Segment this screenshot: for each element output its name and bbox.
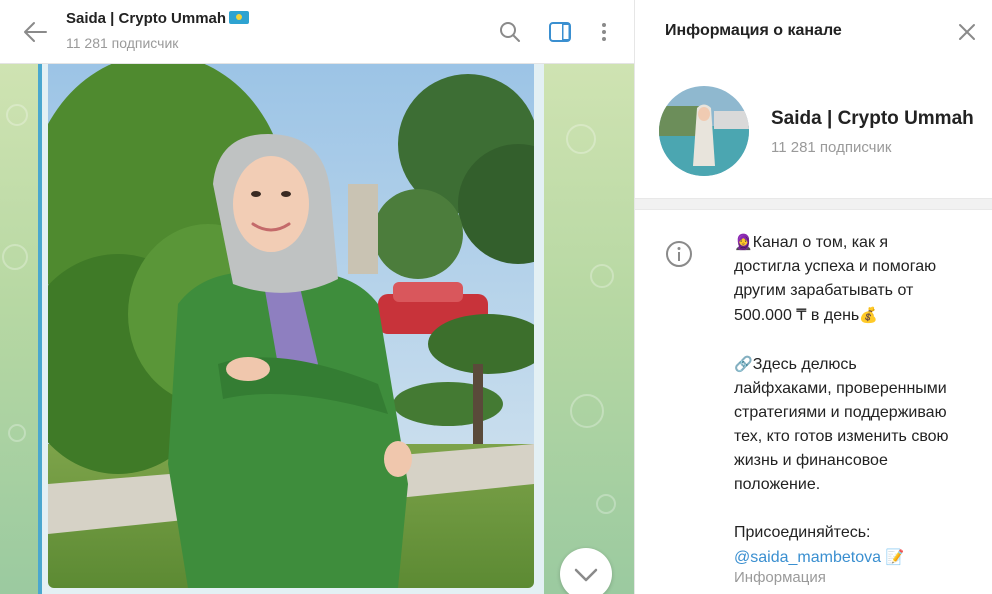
description-line: достигла успеха и помогаю bbox=[734, 258, 937, 275]
description-line: Канал о том, как я bbox=[752, 234, 889, 251]
description-line: 500.000 ₸ в день bbox=[734, 307, 860, 324]
channel-subscriber-count: 11 281 подписчик bbox=[771, 139, 892, 156]
chat-title[interactable]: Saida | Crypto Ummah bbox=[66, 10, 250, 27]
hijab-emoji: 🧕 bbox=[734, 233, 753, 251]
side-panel-icon[interactable] bbox=[548, 20, 572, 44]
channel-name: Saida | Crypto Ummah bbox=[771, 108, 974, 129]
username-link[interactable]: @saida_mambetova bbox=[734, 549, 881, 566]
description-line: Присоединяйтесь: bbox=[734, 524, 871, 541]
memo-emoji: 📝 bbox=[885, 548, 905, 566]
description-line: тех, кто готов изменить свою bbox=[734, 428, 949, 445]
search-icon[interactable] bbox=[498, 20, 522, 44]
link-emoji: 🔗 bbox=[734, 355, 753, 373]
section-divider bbox=[635, 198, 992, 210]
close-icon[interactable] bbox=[955, 20, 979, 44]
chat-column: Saida | Crypto Ummah 11 281 подписчик bbox=[0, 0, 634, 594]
chat-header: Saida | Crypto Ummah 11 281 подписчик bbox=[0, 0, 634, 64]
chat-title-text: Saida | Crypto Ummah bbox=[66, 10, 227, 27]
money-bag-emoji: 💰 bbox=[859, 306, 878, 324]
avatar[interactable] bbox=[659, 86, 749, 176]
back-arrow-icon[interactable] bbox=[22, 20, 48, 44]
channel-profile: Saida | Crypto Ummah 11 281 подписчик bbox=[635, 64, 992, 198]
chat-background bbox=[0, 64, 634, 594]
channel-description: 🧕Канал о том, как я достигла успеха и по… bbox=[734, 230, 979, 570]
description-line: положение. bbox=[734, 476, 821, 493]
info-header: Информация о канале bbox=[635, 0, 992, 64]
info-panel-title: Информация о канале bbox=[665, 22, 842, 39]
chat-subscriber-count: 11 281 подписчик bbox=[66, 35, 179, 51]
more-vertical-icon[interactable] bbox=[592, 20, 616, 44]
post-photo[interactable] bbox=[48, 64, 534, 588]
scroll-down-button[interactable] bbox=[560, 548, 612, 594]
description-line: Здесь делюсь bbox=[752, 356, 857, 373]
description-line: стратегиями и поддерживаю bbox=[734, 404, 947, 421]
channel-info-panel: Информация о канале Saida | Crypto Ummah… bbox=[634, 0, 992, 594]
description-line: лайфхаками, проверенными bbox=[734, 380, 947, 397]
chevron-down-icon bbox=[574, 568, 598, 582]
description-label: Информация bbox=[734, 569, 826, 586]
info-icon bbox=[665, 240, 693, 268]
kazakhstan-flag-icon bbox=[229, 11, 250, 24]
description-line: другим зарабатывать от bbox=[734, 282, 914, 299]
description-line: жизнь и финансовое bbox=[734, 452, 888, 469]
photo-message bbox=[38, 64, 544, 594]
